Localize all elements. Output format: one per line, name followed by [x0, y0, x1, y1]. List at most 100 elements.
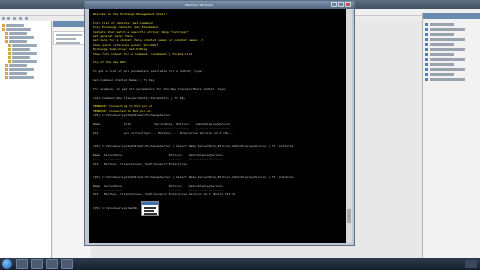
action-icon — [425, 63, 428, 66]
tree-item[interactable] — [12, 60, 37, 63]
folder-icon[interactable] — [5, 68, 8, 71]
console-line: Tip of the day #61: — [93, 60, 128, 65]
tree-item[interactable] — [9, 72, 27, 75]
console-line: DC2 pcc.nl/Configur... Mailbox,... Enter… — [93, 130, 234, 135]
folder-icon[interactable] — [5, 64, 8, 67]
list-item[interactable] — [56, 34, 82, 36]
console-output[interactable]: Welcome to the Exchange Management Shell… — [89, 9, 346, 243]
folder-icon[interactable] — [8, 48, 11, 51]
tree-item[interactable] — [9, 36, 34, 39]
tree-item[interactable] — [9, 32, 27, 35]
up-icon[interactable] — [13, 17, 16, 20]
completion-selected-item[interactable] — [142, 202, 158, 205]
action-label — [430, 78, 465, 81]
console-scrollbar[interactable] — [346, 9, 352, 243]
show-hide-tree-icon[interactable] — [19, 17, 22, 20]
server-manager-icon[interactable] — [61, 259, 73, 269]
action-icon — [425, 68, 428, 71]
console-line: [PS] C:\Windows\system32>Get-ExchangeSer… — [93, 174, 294, 179]
tree-item[interactable] — [12, 44, 37, 47]
completion-item[interactable] — [144, 213, 157, 215]
console-line: DC2 Mailbox, ClientAccess, HubTransport … — [93, 161, 187, 166]
powershell-titlebar[interactable]: Machine: Windows — [85, 1, 354, 9]
completion-item[interactable] — [144, 210, 154, 212]
folder-icon[interactable] — [5, 72, 8, 75]
console-line: [PS] C:\Windows\system32>Get-ExchangeSer… — [93, 144, 294, 148]
console-line: [PS] C:\Windows\system32>Get-ExchangeSer… — [93, 113, 171, 118]
console-line: ---- ---- ---------- ------- -----------… — [93, 126, 231, 131]
minimize-icon[interactable] — [331, 2, 337, 7]
folder-icon[interactable] — [5, 40, 8, 43]
console-line: To get a list of all parameters availabl… — [93, 69, 204, 74]
folder-icon[interactable] — [8, 60, 11, 63]
folder-icon[interactable] — [8, 52, 11, 55]
tree-item[interactable] — [9, 64, 27, 67]
explorer-icon[interactable] — [16, 259, 28, 269]
console-line: Get-Command <Cmdlet Name> | fl Key — [93, 78, 155, 82]
folder-icon[interactable] — [8, 44, 11, 47]
console-tree-pane — [0, 21, 52, 258]
powershell-window[interactable]: Machine: Windows Welcome to the Exchange… — [84, 0, 355, 246]
action-label — [430, 63, 454, 66]
start-icon[interactable] — [2, 259, 12, 269]
action-label — [430, 73, 454, 76]
completion-item[interactable] — [144, 207, 156, 209]
action-icon — [425, 23, 428, 26]
action-icon — [425, 58, 428, 61]
console-line: (Get-Command New-TransportRule).Paramete… — [93, 95, 186, 100]
tree-item[interactable] — [9, 68, 34, 71]
action-icon — [425, 78, 428, 81]
tree-item[interactable] — [6, 28, 31, 31]
console-line: Exchange team blog: Get-ExBlog — [93, 47, 148, 52]
exchange-console-icon[interactable] — [46, 259, 58, 269]
console-line: VERBOSE: Connecting to DC2.pcc.nl — [93, 104, 153, 109]
tree-item[interactable] — [12, 56, 30, 59]
clock-icon[interactable] — [465, 260, 477, 268]
action-label — [430, 68, 465, 71]
folder-icon[interactable] — [5, 36, 8, 39]
tree-item[interactable] — [6, 24, 24, 27]
powershell-icon[interactable] — [31, 259, 43, 269]
console-line: ---- ---------- ------- ----------------… — [93, 157, 224, 162]
actions-header — [423, 13, 480, 19]
list-item[interactable] — [56, 42, 80, 44]
taskbar — [0, 258, 480, 270]
action-icon — [425, 33, 428, 36]
close-icon[interactable] — [345, 2, 351, 7]
action-label — [430, 28, 465, 31]
tree-item[interactable] — [12, 52, 37, 55]
tree-item[interactable] — [9, 40, 27, 43]
folder-icon[interactable] — [5, 76, 8, 79]
action-label — [430, 38, 465, 41]
folder-icon[interactable] — [8, 56, 11, 59]
action-icon — [425, 28, 428, 31]
console-line: For example, to get all parameters for t… — [93, 86, 227, 91]
action-label — [430, 33, 454, 36]
tab-completion-popup[interactable] — [141, 201, 159, 216]
folder-icon[interactable] — [2, 24, 5, 27]
action-label — [430, 48, 465, 51]
action-icon — [425, 48, 428, 51]
tree-item[interactable] — [12, 48, 30, 51]
folder-icon[interactable] — [5, 32, 8, 35]
action-icon — [425, 38, 428, 41]
console-line: Get help for a cmdlet: Help <cmdlet name… — [93, 38, 204, 43]
action-icon — [425, 73, 428, 76]
console-line: Welcome to the Exchange Management Shell… — [93, 12, 168, 16]
tree-item[interactable] — [9, 76, 34, 79]
scrollbar-thumb[interactable] — [347, 209, 351, 223]
powershell-window-title: Machine: Windows — [185, 3, 213, 7]
maximize-icon[interactable] — [338, 2, 344, 7]
console-line: DC2 Mailbox, ClientAccess, HubTransport … — [93, 192, 236, 197]
action-label — [430, 53, 454, 56]
actions-pane — [422, 13, 480, 258]
console-line: [PS] C:\Windows\system32> — [93, 205, 139, 210]
folder-icon[interactable] — [2, 28, 5, 31]
console-line: Show full output for a command: <command… — [93, 51, 193, 56]
forward-icon[interactable] — [7, 17, 10, 20]
list-item[interactable] — [56, 38, 76, 40]
back-icon[interactable] — [2, 17, 5, 20]
action-label — [430, 58, 465, 61]
help-icon[interactable] — [25, 17, 28, 20]
console-line: Only Exchange cmdlets: Get-ExCommand — [93, 25, 159, 30]
